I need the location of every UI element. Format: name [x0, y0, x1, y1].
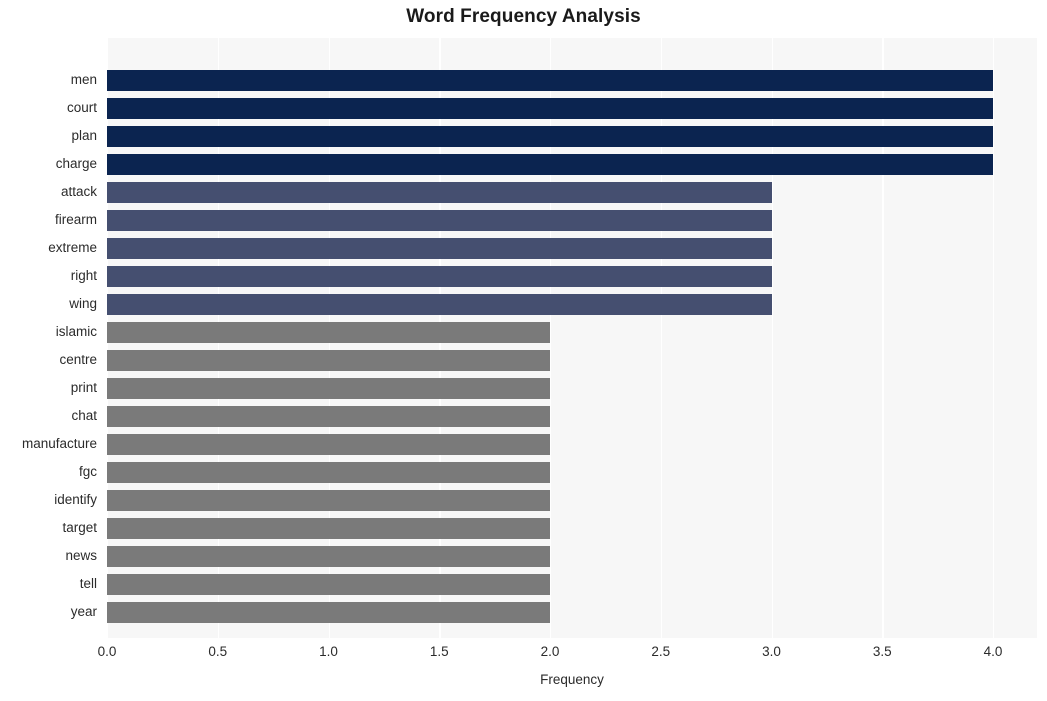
y-tick-label-chat: chat [71, 408, 97, 423]
y-tick-label-extreme: extreme [48, 240, 97, 255]
bar-row [107, 122, 1037, 150]
y-tick-label-right: right [70, 268, 97, 283]
bar-row [107, 290, 1037, 318]
y-tick-label-identify: identify [54, 492, 97, 507]
bar-right[interactable] [107, 265, 772, 287]
y-tick-label-centre: centre [59, 352, 97, 367]
y-tick-label-court: court [66, 100, 97, 115]
bar-row [107, 318, 1037, 346]
y-tick-label-fgc: fgc [78, 464, 97, 479]
chart-title: Word Frequency Analysis [406, 6, 641, 27]
bar-target[interactable] [107, 517, 550, 539]
bar-attack[interactable] [107, 181, 772, 203]
bar-identify[interactable] [107, 489, 550, 511]
y-tick-label-year: year [70, 604, 97, 619]
y-tick-label-target: target [62, 520, 97, 535]
bar-print[interactable] [107, 377, 550, 399]
bar-row [107, 94, 1037, 122]
bar-row [107, 570, 1037, 598]
bar-row [107, 486, 1037, 514]
y-tick-label-charge: charge [55, 156, 97, 171]
bar-charge[interactable] [107, 153, 993, 175]
bar-row [107, 402, 1037, 430]
x-tick-label-3.5: 3.5 [872, 644, 892, 659]
y-tick-label-news: news [65, 548, 97, 563]
chart-figure: Word Frequency Analysis men court plan char… [0, 0, 1047, 701]
bar-wing[interactable] [107, 293, 772, 315]
bar-row [107, 542, 1037, 570]
plot-area [107, 38, 1037, 638]
y-axis-labels: men court plan charge attack firearm extreme ri… [0, 38, 102, 638]
x-axis-ticks: 0.0 0.5 1.0 1.5 2.0 2.5 3.0 3.5 4.0 [0, 644, 1047, 664]
bar-court[interactable] [107, 97, 993, 119]
bar-row [107, 430, 1037, 458]
bar-islamic[interactable] [107, 321, 550, 343]
bars-layer [107, 38, 1037, 638]
bar-row [107, 458, 1037, 486]
bar-men[interactable] [107, 69, 993, 91]
x-tick-label-3.0: 3.0 [762, 644, 781, 659]
y-tick-label-wing: wing [69, 296, 97, 311]
y-tick-label-firearm: firearm [54, 212, 97, 227]
bar-row [107, 598, 1037, 626]
x-tick-label-1.5: 1.5 [429, 644, 449, 659]
y-tick-label-islamic: islamic [55, 324, 97, 339]
x-tick-label-1.0: 1.0 [319, 644, 338, 659]
bar-centre[interactable] [107, 349, 550, 371]
bar-extreme[interactable] [107, 237, 772, 259]
bar-firearm[interactable] [107, 209, 772, 231]
y-tick-label-manufacture: manufacture [21, 436, 97, 451]
bar-tell[interactable] [107, 573, 550, 595]
y-tick-label-plan: plan [71, 128, 97, 143]
x-axis-title: Frequency [540, 672, 604, 687]
x-tick-label-2.5: 2.5 [651, 644, 671, 659]
bar-row [107, 346, 1037, 374]
y-tick-label-print: print [70, 380, 97, 395]
bar-fgc[interactable] [107, 461, 550, 483]
y-tick-label-men: men [70, 72, 97, 87]
bar-row [107, 234, 1037, 262]
bar-row [107, 206, 1037, 234]
bar-row [107, 66, 1037, 94]
bar-year[interactable] [107, 601, 550, 623]
bar-row [107, 374, 1037, 402]
bar-manufacture[interactable] [107, 433, 550, 455]
y-tick-label-attack: attack [60, 184, 97, 199]
bar-row [107, 262, 1037, 290]
y-tick-label-tell: tell [79, 576, 97, 591]
bar-plan[interactable] [107, 125, 993, 147]
x-tick-label-0.5: 0.5 [208, 644, 228, 659]
bar-news[interactable] [107, 545, 550, 567]
x-tick-label-0.0: 0.0 [97, 644, 117, 659]
bar-row [107, 150, 1037, 178]
bar-row [107, 514, 1037, 542]
bar-chat[interactable] [107, 405, 550, 427]
bar-row [107, 178, 1037, 206]
x-tick-label-2.0: 2.0 [540, 644, 560, 659]
x-tick-label-4.0: 4.0 [983, 644, 1003, 659]
